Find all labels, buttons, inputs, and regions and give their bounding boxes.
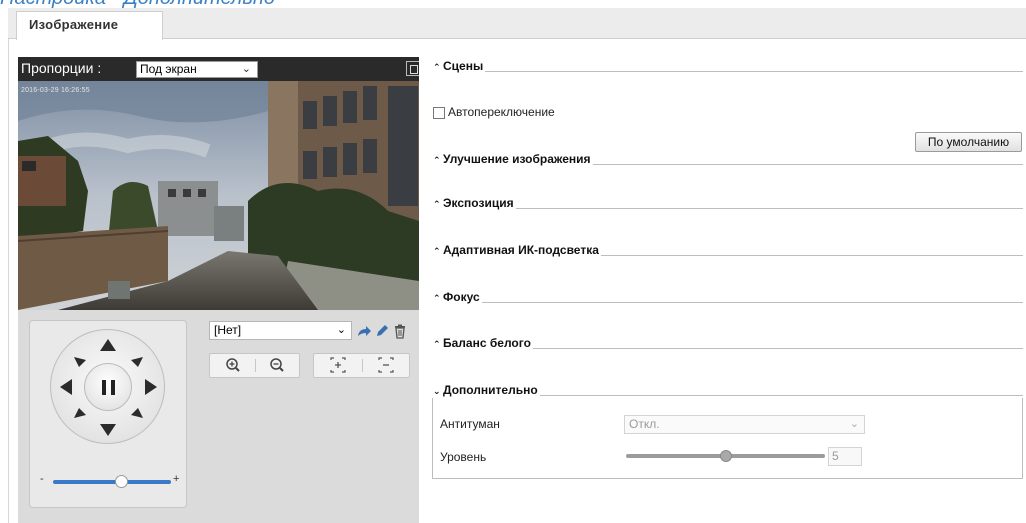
tab-bar: Изображение — [8, 8, 1026, 40]
preset-select-value: [Нет] — [214, 323, 242, 337]
auto-switch-checkbox[interactable] — [433, 107, 445, 119]
page-header-title: Настройка - Дополнительно — [0, 0, 275, 8]
arrow-down-left-icon — [74, 408, 86, 418]
caret-up-icon: ⌃ — [433, 246, 441, 256]
caret-down-icon: ⌄ — [433, 386, 441, 396]
arrow-left-icon — [60, 379, 72, 395]
level-label: Уровень — [440, 450, 487, 464]
aspect-ratio-select[interactable]: Под экран ⌄ — [136, 61, 258, 78]
edit-pencil-icon[interactable] — [374, 323, 390, 339]
tab-image[interactable]: Изображение — [16, 11, 163, 40]
arrow-up-left-icon — [74, 357, 86, 367]
aspect-ratio-label: Пропорции : — [21, 60, 102, 76]
section-focus-label: Фокус — [443, 290, 480, 304]
preset-select[interactable]: [Нет] ⌄ — [209, 321, 352, 340]
focus-button-group — [313, 353, 410, 378]
restore-default-button[interactable]: По умолчанию — [915, 132, 1022, 152]
arrow-up-icon — [100, 339, 116, 351]
level-slider-thumb[interactable] — [719, 450, 732, 462]
go-to-preset-icon[interactable] — [356, 323, 372, 339]
ptz-speed-slider[interactable]: - + — [40, 473, 180, 489]
ptz-direction-ring — [50, 329, 165, 444]
arrow-down-right-icon — [131, 408, 143, 418]
chevron-down-icon: ⌄ — [241, 63, 251, 75]
speed-minus-label: - — [40, 473, 44, 485]
ptz-control-panel: - + [Нет] ⌄ — [18, 310, 419, 523]
caret-up-icon: ⌃ — [433, 293, 441, 303]
auto-switch-label: Автопереключение — [448, 105, 555, 119]
caret-up-icon: ⌃ — [433, 155, 441, 165]
osd-timestamp: 2016-03-29 16:26:55 — [21, 87, 90, 94]
ptz-direction-box: - + — [29, 320, 187, 508]
delete-trash-icon[interactable] — [392, 323, 408, 339]
section-advanced-label: Дополнительно — [443, 383, 538, 397]
fullscreen-icon[interactable] — [406, 61, 419, 76]
ptz-pause-button[interactable] — [84, 363, 132, 411]
arrow-up-right-icon — [131, 357, 143, 367]
section-scenes-label: Сцены — [443, 59, 484, 73]
level-value-field[interactable]: 5 — [828, 447, 862, 466]
aspect-ratio-value: Под экран — [140, 62, 197, 76]
zoom-out-icon[interactable] — [268, 354, 286, 377]
speed-slider-track[interactable] — [53, 480, 171, 484]
section-adaptive-ir-label: Адаптивная ИК-подсветка — [443, 243, 599, 257]
section-exposure-label: Экспозиция — [443, 196, 514, 210]
caret-up-icon: ⌃ — [433, 339, 441, 349]
section-image-enhancement-label: Улучшение изображения — [443, 152, 591, 166]
focus-far-icon[interactable] — [376, 354, 396, 377]
section-white-balance-label: Баланс белого — [443, 336, 531, 350]
video-toolbar: Пропорции : Под экран ⌄ — [18, 57, 419, 81]
arrow-down-icon — [100, 424, 116, 436]
zoom-in-icon[interactable] — [224, 354, 242, 377]
live-video-panel: Пропорции : Под экран ⌄ 2016-03-29 16:26… — [18, 57, 419, 310]
focus-near-icon[interactable] — [328, 354, 348, 377]
page-header: Настройка - Дополнительно — [0, 0, 1026, 8]
defog-select[interactable]: Откл. ⌄ — [624, 415, 865, 434]
content-divider — [8, 39, 9, 523]
chevron-down-icon: ⌄ — [849, 418, 859, 430]
defog-select-value: Откл. — [629, 417, 660, 431]
defog-label: Антитуман — [440, 417, 500, 431]
chevron-down-icon: ⌄ — [336, 324, 346, 336]
arrow-right-icon — [145, 379, 157, 395]
caret-up-icon: ⌃ — [433, 62, 441, 72]
advanced-settings-box — [432, 398, 1023, 479]
caret-up-icon: ⌃ — [433, 199, 441, 209]
camera-video-feed — [18, 81, 419, 310]
speed-plus-label: + — [173, 473, 180, 485]
zoom-button-group — [209, 353, 300, 378]
pause-icon — [102, 380, 106, 395]
speed-slider-thumb[interactable] — [115, 475, 129, 488]
